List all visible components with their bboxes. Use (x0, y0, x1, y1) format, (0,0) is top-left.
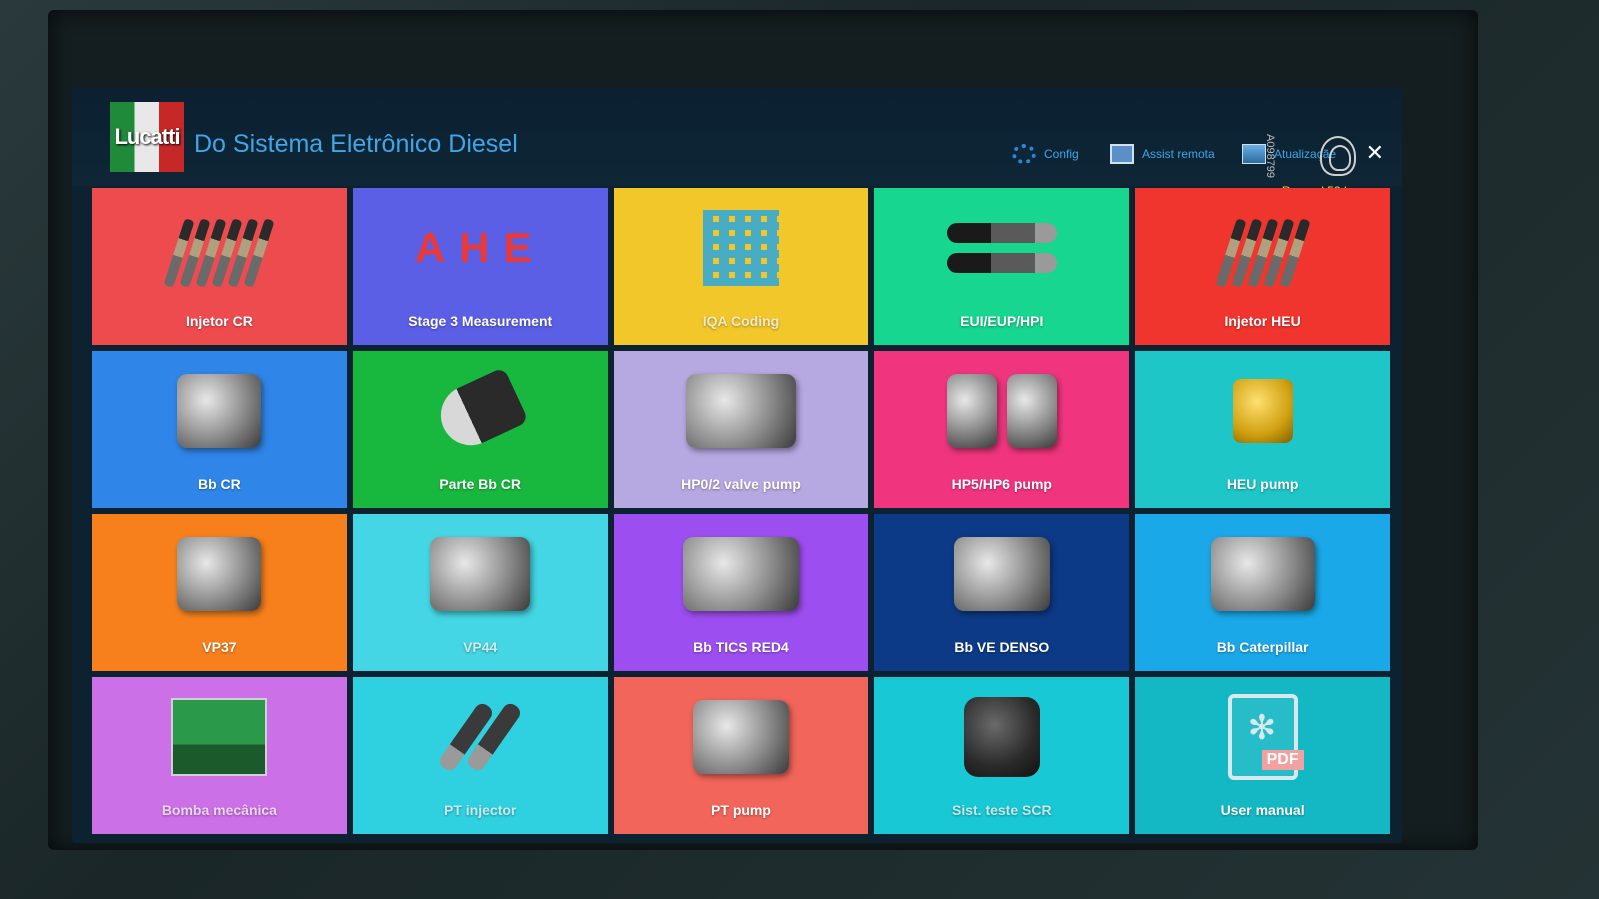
tile-injetor-cr[interactable]: Injetor CR (92, 188, 347, 345)
injectors-icon (1203, 202, 1323, 294)
tile-label: PT injector (444, 802, 517, 818)
tile-eui-eup-hpi[interactable]: EUI/EUP/HPI (874, 188, 1130, 345)
tile-vp44[interactable]: VP44 (352, 514, 608, 671)
tile-pt-pump[interactable]: PT pump (613, 677, 869, 834)
tile-label: IQA Coding (702, 313, 780, 329)
ahe-icon: AHE (415, 202, 540, 294)
pdf-badge: PDF (1261, 750, 1304, 770)
tile-label: VP44 (463, 639, 498, 655)
pt-injector-icon (420, 691, 540, 783)
pt-pump-icon (681, 691, 801, 783)
remote-assist-label: Assist remota (1142, 147, 1215, 161)
gear-icon (1012, 144, 1036, 164)
caterpillar-pump-icon (1203, 528, 1323, 620)
remote-assist-button[interactable]: Assist remota (1110, 144, 1215, 164)
app-title: Do Sistema Eletrônico Diesel (194, 130, 518, 158)
tile-bb-ve-denso[interactable]: Bb VE DENSO (874, 514, 1130, 671)
config-label: Config (1044, 147, 1079, 161)
module-grid: Injetor CR AHE Stage 3 Measurement IQA C… (92, 188, 1390, 834)
pdf-icon: PDF (1203, 691, 1323, 783)
tile-label: Stage 3 Measurement (408, 313, 553, 329)
tile-label: HP0/2 valve pump (681, 476, 801, 492)
tile-label: Bb VE DENSO (954, 639, 1050, 655)
ve-pump-icon (942, 528, 1062, 620)
tile-bomba-mecanica[interactable]: Bomba mecânica (92, 677, 347, 834)
unit-injector-icon (942, 202, 1062, 294)
tile-label: PT pump (711, 802, 771, 818)
tile-pt-injector[interactable]: PT injector (352, 677, 608, 834)
heu-pump-icon (1203, 365, 1323, 457)
tile-bb-tics-red4[interactable]: Bb TICS RED4 (613, 514, 869, 671)
vp44-pump-icon (420, 528, 540, 620)
ahe-text: AHE (414, 224, 546, 271)
sticker-logo-icon (1320, 136, 1356, 176)
metering-valve-icon (420, 365, 540, 457)
logo-text: Lucatti (114, 124, 180, 149)
tile-label: User manual (1220, 802, 1305, 818)
remote-desktop-icon (1110, 144, 1134, 164)
tile-heu-pump[interactable]: HEU pump (1135, 351, 1390, 508)
tile-user-manual[interactable]: PDF User manual (1135, 677, 1390, 834)
tile-iqa-coding[interactable]: IQA Coding (613, 188, 869, 345)
tile-label: Bomba mecânica (161, 802, 277, 818)
tile-hp0-2-valve-pump[interactable]: HP0/2 valve pump (613, 351, 869, 508)
tile-label: VP37 (202, 639, 237, 655)
tile-label: Bb CR (198, 476, 241, 492)
inline-pump-icon (681, 528, 801, 620)
tile-label: Injetor CR (185, 313, 253, 329)
qr-code-icon (681, 202, 801, 294)
tile-label: HEU pump (1226, 476, 1299, 492)
tile-hp5-hp6-pump[interactable]: HP5/HP6 pump (874, 351, 1130, 508)
test-bench-icon (159, 691, 279, 783)
tile-label: Sist. teste SCR (951, 802, 1052, 818)
config-button[interactable]: Config (1012, 144, 1079, 164)
app-window: Lucatti Do Sistema Eletrônico Diesel Con… (72, 88, 1402, 843)
cr-pump-icon (159, 365, 279, 457)
tile-sist-teste-scr[interactable]: Sist. teste SCR (874, 677, 1130, 834)
tile-bb-cr[interactable]: Bb CR (92, 351, 347, 508)
tile-label: HP5/HP6 pump (951, 476, 1052, 492)
tile-label: EUI/EUP/HPI (960, 313, 1044, 329)
scr-unit-icon (942, 691, 1062, 783)
hp5-pump-icon (942, 365, 1062, 457)
tile-stage-3-measurement[interactable]: AHE Stage 3 Measurement (352, 188, 608, 345)
vp37-pump-icon (159, 528, 279, 620)
tile-label: Bb Caterpillar (1216, 639, 1309, 655)
tile-vp37[interactable]: VP37 (92, 514, 347, 671)
hp0-pump-icon (681, 365, 801, 457)
tile-bb-caterpillar[interactable]: Bb Caterpillar (1135, 514, 1390, 671)
update-icon (1242, 144, 1266, 164)
tile-label: Parte Bb CR (439, 476, 522, 492)
app-header: Lucatti Do Sistema Eletrônico Diesel Con… (72, 88, 1402, 186)
sticker-code: A098799 (1263, 134, 1276, 179)
tile-label: Injetor HEU (1224, 313, 1301, 329)
injectors-icon (159, 202, 279, 294)
tile-label: Bb TICS RED4 (693, 639, 789, 655)
tile-parte-bb-cr[interactable]: Parte Bb CR (352, 351, 608, 508)
close-icon[interactable]: ✕ (1366, 140, 1384, 166)
lucatti-logo: Lucatti (110, 102, 184, 172)
tile-injetor-heu[interactable]: Injetor HEU (1135, 188, 1390, 345)
